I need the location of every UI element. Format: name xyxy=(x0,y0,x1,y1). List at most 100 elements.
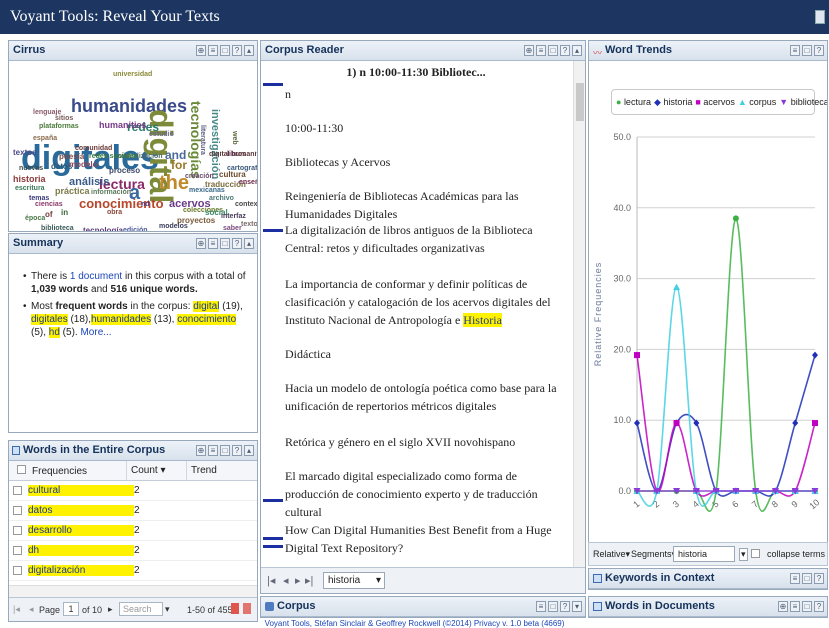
col-trend[interactable]: Trend xyxy=(187,461,247,480)
maximize-icon[interactable]: □ xyxy=(548,601,558,612)
help-icon[interactable]: ? xyxy=(814,45,824,56)
cloud-word[interactable]: obra xyxy=(107,209,122,216)
maximize-icon[interactable]: □ xyxy=(802,573,812,584)
export-red-icon[interactable] xyxy=(231,603,239,614)
legend-item-lectura[interactable]: ● lectura xyxy=(616,97,651,107)
cloud-word[interactable]: mundo xyxy=(197,231,220,232)
dropdown-arrow-icon[interactable]: ▾ xyxy=(165,604,170,615)
chevron-down-icon[interactable]: ▾ xyxy=(739,548,748,561)
cloud-word[interactable]: época xyxy=(25,215,45,222)
cloud-word[interactable]: información xyxy=(91,189,131,196)
cloud-word[interactable]: in xyxy=(61,209,68,217)
table-row[interactable]: cultural 2 xyxy=(9,481,257,501)
options-icon[interactable]: ≡ xyxy=(536,45,546,56)
cloud-word[interactable]: tecnología xyxy=(83,227,123,232)
cloud-word[interactable]: práctica xyxy=(55,187,90,196)
word-cell[interactable]: dh xyxy=(28,545,134,556)
legend-item-corpus[interactable]: ▲ corpus xyxy=(738,97,776,107)
cloud-word[interactable]: modelos xyxy=(159,223,188,230)
cloud-word[interactable]: universidad xyxy=(113,71,152,78)
cloud-word[interactable]: contexto xyxy=(235,201,257,208)
cloud-word[interactable]: literatura xyxy=(199,125,206,155)
cloud-word[interactable]: textos xyxy=(13,149,37,157)
options-icon[interactable]: ≡ xyxy=(208,445,218,456)
cloud-word[interactable]: edición xyxy=(123,227,148,231)
search-field[interactable]: Search xyxy=(119,602,163,616)
cloud-word[interactable]: for xyxy=(171,159,187,171)
expand-icon[interactable]: ▾ xyxy=(572,601,582,612)
term-link[interactable]: digitales xyxy=(31,314,68,325)
collapse-icon[interactable]: ▴ xyxy=(244,445,254,456)
cloud-word[interactable]: digital humanities xyxy=(209,151,257,158)
help-icon[interactable]: ? xyxy=(232,445,242,456)
table-row[interactable]: datos 2 xyxy=(9,501,257,521)
cloud-word[interactable]: modelo xyxy=(69,161,97,169)
row-checkbox[interactable] xyxy=(13,526,22,535)
more-link[interactable]: More... xyxy=(80,327,111,338)
maximize-icon[interactable]: □ xyxy=(220,45,230,56)
last-doc-icon[interactable]: ▸| xyxy=(305,574,313,587)
cloud-word[interactable]: investigación xyxy=(209,109,221,179)
collapse-icon[interactable]: ▴ xyxy=(244,238,254,249)
help-icon[interactable]: ? xyxy=(232,238,242,249)
options-icon[interactable]: ≡ xyxy=(536,601,546,612)
delete-red-icon[interactable] xyxy=(243,603,251,614)
reader-search-select[interactable]: historia ▾ xyxy=(323,572,385,589)
reader-scrollbar[interactable] xyxy=(573,61,585,567)
cloud-word[interactable]: cartografía xyxy=(227,165,257,172)
word-cell[interactable]: cultural xyxy=(28,485,134,496)
word-cell[interactable]: digitalización xyxy=(28,565,134,576)
cloud-word[interactable]: historia xyxy=(13,175,46,184)
term-link[interactable]: hd xyxy=(48,327,60,338)
help-icon[interactable]: ? xyxy=(560,45,570,56)
options-icon[interactable]: ≡ xyxy=(208,238,218,249)
restore-icon[interactable] xyxy=(815,10,825,24)
row-checkbox[interactable] xyxy=(13,546,22,555)
maximize-icon[interactable]: □ xyxy=(802,45,812,56)
first-doc-icon[interactable]: |◂ xyxy=(267,574,275,587)
cloud-word[interactable]: comunidad xyxy=(75,145,112,152)
cloud-word[interactable]: texto xyxy=(241,221,257,228)
cloud-word[interactable]: sitios xyxy=(55,115,73,122)
cloud-word[interactable]: saber xyxy=(223,225,242,231)
cloud-word[interactable]: of xyxy=(45,211,53,219)
cloud-word[interactable]: marcado xyxy=(51,231,80,232)
cloud-word[interactable]: escritura xyxy=(15,185,45,192)
help-icon[interactable]: ? xyxy=(814,573,824,584)
col-count[interactable]: Count ▾ xyxy=(127,461,187,480)
cloud-word[interactable]: humanities xyxy=(99,121,147,130)
row-checkbox[interactable] xyxy=(13,486,22,495)
legend-item-acervos[interactable]: ■ acervos xyxy=(695,97,734,107)
word-cell[interactable]: datos xyxy=(28,505,134,516)
cloud-word[interactable]: nuevas xyxy=(19,165,43,172)
word-cloud[interactable]: humanidades digitales digital the lectura con… xyxy=(9,61,257,231)
grid-hscroll[interactable] xyxy=(9,585,257,597)
export-icon[interactable]: ⊕ xyxy=(778,601,788,612)
maximize-icon[interactable]: □ xyxy=(220,445,230,456)
cloud-word[interactable]: enseñanza xyxy=(239,179,257,186)
trends-search-select[interactable]: historia xyxy=(673,546,735,562)
cloud-word[interactable]: herramientas xyxy=(169,231,213,232)
col-frequencies[interactable]: Frequencies xyxy=(9,461,127,480)
cloud-word[interactable]: redes sociales xyxy=(89,153,137,160)
cloud-word[interactable]: plataformas xyxy=(39,123,79,130)
cloud-word[interactable]: proceso xyxy=(109,167,140,175)
word-cell[interactable]: desarrollo xyxy=(28,525,134,536)
options-icon[interactable]: ≡ xyxy=(790,573,800,584)
document-link[interactable]: 1 document xyxy=(70,271,122,282)
maximize-icon[interactable]: □ xyxy=(802,601,812,612)
segments-menu[interactable]: Segments▾ xyxy=(631,549,676,560)
options-icon[interactable]: ≡ xyxy=(208,45,218,56)
table-row[interactable]: dh 2 xyxy=(9,541,257,561)
cloud-word[interactable]: mexicanas xyxy=(189,187,225,194)
collapse-icon[interactable]: ▴ xyxy=(572,45,582,56)
next-page-icon[interactable]: ▸ xyxy=(108,604,113,615)
maximize-icon[interactable]: □ xyxy=(548,45,558,56)
help-icon[interactable]: ? xyxy=(814,601,824,612)
cloud-word[interactable]: archivo xyxy=(209,195,234,202)
cloud-word[interactable]: poesía xyxy=(59,153,84,161)
prev-doc-icon[interactable]: ◂ xyxy=(283,574,289,587)
maximize-icon[interactable]: □ xyxy=(220,238,230,249)
collapse-checkbox[interactable] xyxy=(751,549,760,558)
table-row[interactable]: desarrollo 2 xyxy=(9,521,257,541)
